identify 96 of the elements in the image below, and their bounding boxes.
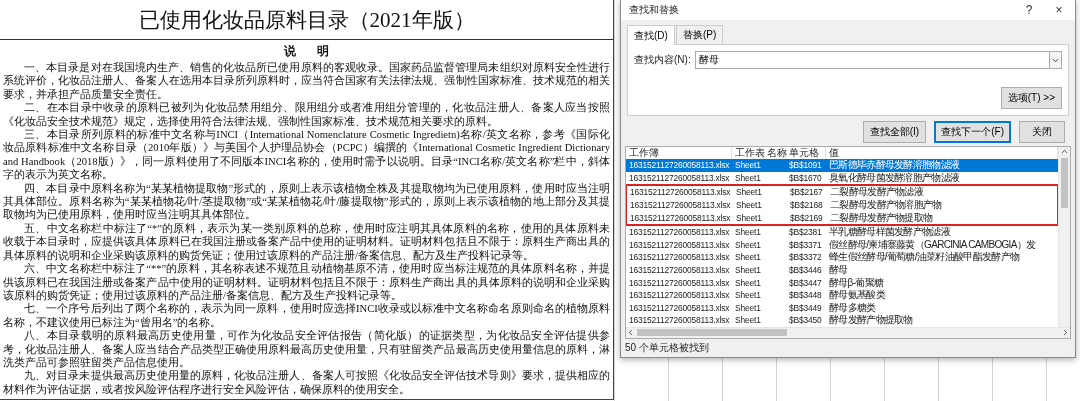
options-button[interactable]: 选项(T) >> — [1000, 87, 1062, 109]
cell-address: $B$3449 — [788, 301, 823, 314]
result-row[interactable]: 1631521127260058113.xlsx Sheet1 $B$2169 二裂酵母发酵产物提取物 — [627, 211, 1057, 224]
paragraph: 八、本目录载明的原料最高历史使用量，可作为化妆品安全评估报告（简化版）的证据类型，为化妆品安全评估提供参考，化妆品注册人、备案人应当结合产品类型正确使用原料最高历史使用量，只有驻留类产品最高历史使用量信息的原料，淋洗类产品可参照驻留类产品信息使用。 — [3, 329, 610, 369]
value-cell-text: 酵母发酵产物提取物 — [828, 314, 914, 327]
paragraph: 九、对目录未提供最高历史使用量的原料，化妆品注册人、备案人可按照《化妆品安全评估技术导则》要求，提供相应的材料作为评估证据，或者按风险评估程序进行安全风险评估，确保原料的使用安全。 — [3, 369, 610, 397]
paragraph: 三、本目录所列原料的标准中文名称与INCI（International Nomenclature Cosmetic Ingredietn)名称/英文名称，参考《国际化妆品原料标准中文名称目录（2010年版）》与美国个人护理品协会（PCPC）编撰的《International Cosmetic Ingredient Dictionary and Handbook（2018版）》，同一原料使用了不同版本INCI名称的，使用时需予以说明。目录“INCI名称/英文名称”栏中，斜体字的表示为英文名称。 — [3, 128, 610, 182]
scrollbar-thumb[interactable] — [637, 329, 787, 337]
dialog-button[interactable]: 关闭 — [1019, 121, 1065, 143]
paragraph: 四、本目录中原料名称为“某某植物提取物”形式的，原则上表示该植物全株及其提取物均为已使用原料，使用时应当注明其具体部位。原料名称为“某某植物花/叶/茎提取物”或“某某植物花/叶/藤提取物”形式的，原则上表示该植物的地上部分及其提取物均为已使用原料，使用时应当注明其具体部位。 — [3, 181, 610, 222]
scroll-right-icon[interactable] — [1061, 328, 1070, 338]
value-cell-text: 半乳糖酵母样菌发酵产物滤液 — [828, 226, 952, 239]
help-button[interactable]: ? — [1017, 3, 1041, 17]
result-row[interactable]: 1631521127260058113.xlsx Sheet1 $B$2168 二裂酵母发酵产物溶胞产物 — [627, 198, 1057, 212]
workbook-cell-text: 1631521127260058113.xlsx — [628, 238, 731, 251]
result-row[interactable]: 1631521127260058113.xlsx Sheet1 $B$2381 半乳糖酵母样菌发酵产物滤液 — [626, 225, 1058, 239]
sheet-cell-text: Sheet1 — [734, 238, 762, 251]
scroll-up-icon[interactable] — [1060, 147, 1069, 156]
sheet-cell-text: Sheet1 — [734, 171, 762, 184]
workbook-cell-text: 1631521127260058113.xlsx — [629, 199, 732, 212]
value-cell-text: 假丝酵母/柬埔寨藤黄（GARCINIA CAMBOGIA）发 — [828, 238, 1037, 251]
workbook-cell-text: 1631521127260058113.xlsx — [628, 276, 731, 289]
result-row[interactable]: 1631521127260058113.xlsx Sheet1 $B$3449 酵母多糖类 — [626, 301, 1058, 315]
cell-address: $B$3446 — [788, 264, 823, 277]
paragraph: 二、在本目录中收录的原料已被列为化妆品禁用组分、限用组分或者准用组分管理的，化妆品注册人、备案人应当按照《化妆品安全技术规范》规定，选择使用符合法律法规、强制性国家标准、技术规范相关要求的原料。 — [3, 101, 610, 129]
sheet-cell-text: Sheet1 — [734, 289, 762, 302]
close-button[interactable]: × — [1047, 3, 1071, 17]
cell-address: $B$3447 — [788, 276, 823, 289]
result-row[interactable]: 1631521127260058113.xlsx Sheet1 $B$3371 假丝酵母/柬埔寨藤黄（GARCINIA CAMBOGIA）发 — [626, 238, 1058, 252]
cell-address: $B$1091 — [788, 159, 823, 172]
section-heading: 说 明 — [283, 43, 330, 60]
sheet-cell-text: Sheet1 — [734, 226, 762, 239]
sheet-cell-text: Sheet1 — [734, 264, 762, 277]
workbook-cell-text: 1631521127260058113.xlsx — [628, 314, 731, 327]
value-cell-text: 酵母多糖类 — [828, 301, 877, 314]
find-field[interactable]: 酵母 — [694, 51, 1049, 69]
value-cell-text: 蜂生假丝酵母/葡萄糖/油菜籽油酸甲酯发酵产物 — [828, 251, 1021, 264]
sheet-cell-text: Sheet1 — [734, 251, 762, 264]
value-cell-text: 二裂酵母发酵产物滤液 — [829, 186, 925, 199]
cell-address: $B$3371 — [788, 238, 823, 251]
result-row[interactable]: 1631521127260058113.xlsx Sheet1 $B$3372 蜂生假丝酵母/葡萄糖/油菜籽油酸甲酯发酵产物 — [626, 251, 1058, 264]
result-row[interactable]: 1631521127260058113.xlsx Sheet1 $B$3447 酵母β-葡聚糖 — [626, 276, 1058, 289]
sheet-cell-text: Sheet1 — [735, 199, 763, 212]
cell-address: $B$2169 — [789, 211, 824, 224]
cell-address: $B$1670 — [788, 171, 823, 184]
find-label: 查找内容(N): — [634, 53, 691, 67]
vertical-scrollbar[interactable] — [1058, 147, 1070, 327]
workbook-cell-text: 1631521127260058113.xlsx — [628, 301, 731, 314]
paragraph: 一、本目录是对在我国境内生产、销售的化妆品所已使用原料的客观收录。国家药品监督管理局未组织对原料安全性进行系统评价，化妆品注册人、备案人在选用本目录所列原料时，应当符合国家有关法律法规、强制性国家标准、技术规范的相关要求，并承担产品质量安全责任。 — [3, 61, 610, 101]
tab[interactable]: 替换(P) — [675, 25, 724, 45]
scroll-left-icon[interactable] — [626, 328, 635, 338]
dropdown-button[interactable] — [1049, 51, 1062, 69]
sheet-cell-text: Sheet1 — [735, 186, 763, 199]
sheet-cell-text: Sheet1 — [734, 301, 762, 314]
paragraph: 六、中文名称栏中标注了“**”的原料，其名称表述不规范且动植物基原不清，使用时应当标注规范的具体原料名称，并提供该原料已在我国注册或备案产品中使用的证明材料。证明材料包括且不限于：原料生产商出具的具体原料的说明和企业采购该原料的购货凭证；使用过该原料的产品注册/备案信息、配方及生产投料记录等。 — [3, 262, 610, 303]
cell-address: $B$3450 — [788, 314, 823, 327]
sheet-cell-text: Sheet1 — [734, 159, 762, 172]
tab[interactable]: 查找(D) — [627, 25, 675, 45]
document-title: 已使用化妆品原料目录（2021年版） — [0, 0, 613, 40]
value-cell-text: 二裂酵母发酵产物提取物 — [829, 211, 934, 224]
workbook-cell-text: 1631521127260058113.xlsx — [628, 159, 731, 172]
cell-address: $B$3448 — [788, 289, 823, 302]
value-cell-text: 酵母氨基酸类 — [828, 289, 887, 302]
cell-address: $B$3372 — [788, 251, 823, 264]
dialog-button[interactable]: 查找下一个(F) — [934, 121, 1011, 143]
workbook-cell-text: 1631521127260058113.xlsx — [629, 211, 732, 224]
horizontal-scrollbar[interactable] — [626, 326, 1070, 338]
result-row[interactable]: 1631521127260058113.xlsx Sheet1 $B$3446 酵母 — [626, 263, 1058, 277]
workbook-cell-text: 1631521127260058113.xlsx — [628, 226, 731, 239]
workbook-cell-text: 1631521127260058113.xlsx — [628, 289, 731, 302]
sheet-cell-text: Sheet1 — [734, 314, 762, 327]
result-row[interactable]: 1631521127260058113.xlsx Sheet1 $B$1670 臭氧化酵母菌发酵溶胞产物滤液 — [626, 171, 1058, 185]
dialog-title: 查找和替换 — [629, 3, 680, 17]
selected-result-row[interactable]: 1631521127260058113.xlsx Sheet1 $B$1091 巴斯德毕赤酵母发酵溶胞物滤液 — [626, 159, 1058, 172]
cell-address: $B$2167 — [789, 186, 824, 199]
sheet-cell-text: Sheet1 — [735, 211, 763, 224]
workbook-cell-text: 1631521127260058113.xlsx — [628, 251, 731, 264]
value-cell-text: 酵母β-葡聚糖 — [828, 276, 885, 289]
workbook-cell-text: 1631521127260058113.xlsx — [628, 264, 731, 277]
value-cell-text: 酵母 — [828, 264, 849, 277]
value-cell-text: 臭氧化酵母菌发酵溶胞产物滤液 — [828, 171, 961, 184]
paragraph: 七、一个序号后列出了两个名称的，表示为同一原料，使用时应选择INCI收录或以标准中文名称命名原则命名的植物原料名称，不建议使用已标注为“曾用名”的名称。 — [3, 302, 610, 330]
workbook-cell-text: 1631521127260058113.xlsx — [629, 186, 732, 199]
cell-address: $B$2381 — [788, 226, 823, 239]
result-row[interactable]: 1631521127260058113.xlsx Sheet1 $B$3448 酵母氨基酸类 — [626, 288, 1058, 302]
result-row[interactable]: 1631521127260058113.xlsx Sheet1 $B$2167 二裂酵母发酵产物滤液 — [627, 186, 1057, 199]
workbook-cell-text: 1631521127260058113.xlsx — [628, 171, 731, 184]
value-cell-text: 二裂酵母发酵产物溶胞产物 — [829, 199, 943, 212]
sheet-cell-text: Sheet1 — [734, 276, 762, 289]
cell-address: $B$2168 — [789, 199, 824, 212]
result-row[interactable]: 1631521127260058113.xlsx Sheet1 $B$3450 酵母发酵产物提取物 — [626, 314, 1058, 327]
status-text: 50 个单元格被找到 — [624, 340, 710, 355]
value-cell-text: 巴斯德毕赤酵母发酵溶胞物滤液 — [828, 159, 961, 172]
dialog-button[interactable]: 查找全部(I) — [862, 121, 927, 143]
scrollbar-thumb[interactable] — [1061, 158, 1068, 208]
paragraph: 五、中文名称栏中标注了“*”的原料，表示为某一类别原料的总称，使用时应注明其具体原料的名称，使用的具体原料未收载于本目录时，应提供该具体原料已在我国注册或备案产品中使用的证明材料。证明材料包括且不限于：原料生产商出具的具体原料的说明和企业采购该原料的购货凭证；使用过该原料的产品注册/备案信息、配方及生产投料记录等。 — [3, 221, 610, 263]
